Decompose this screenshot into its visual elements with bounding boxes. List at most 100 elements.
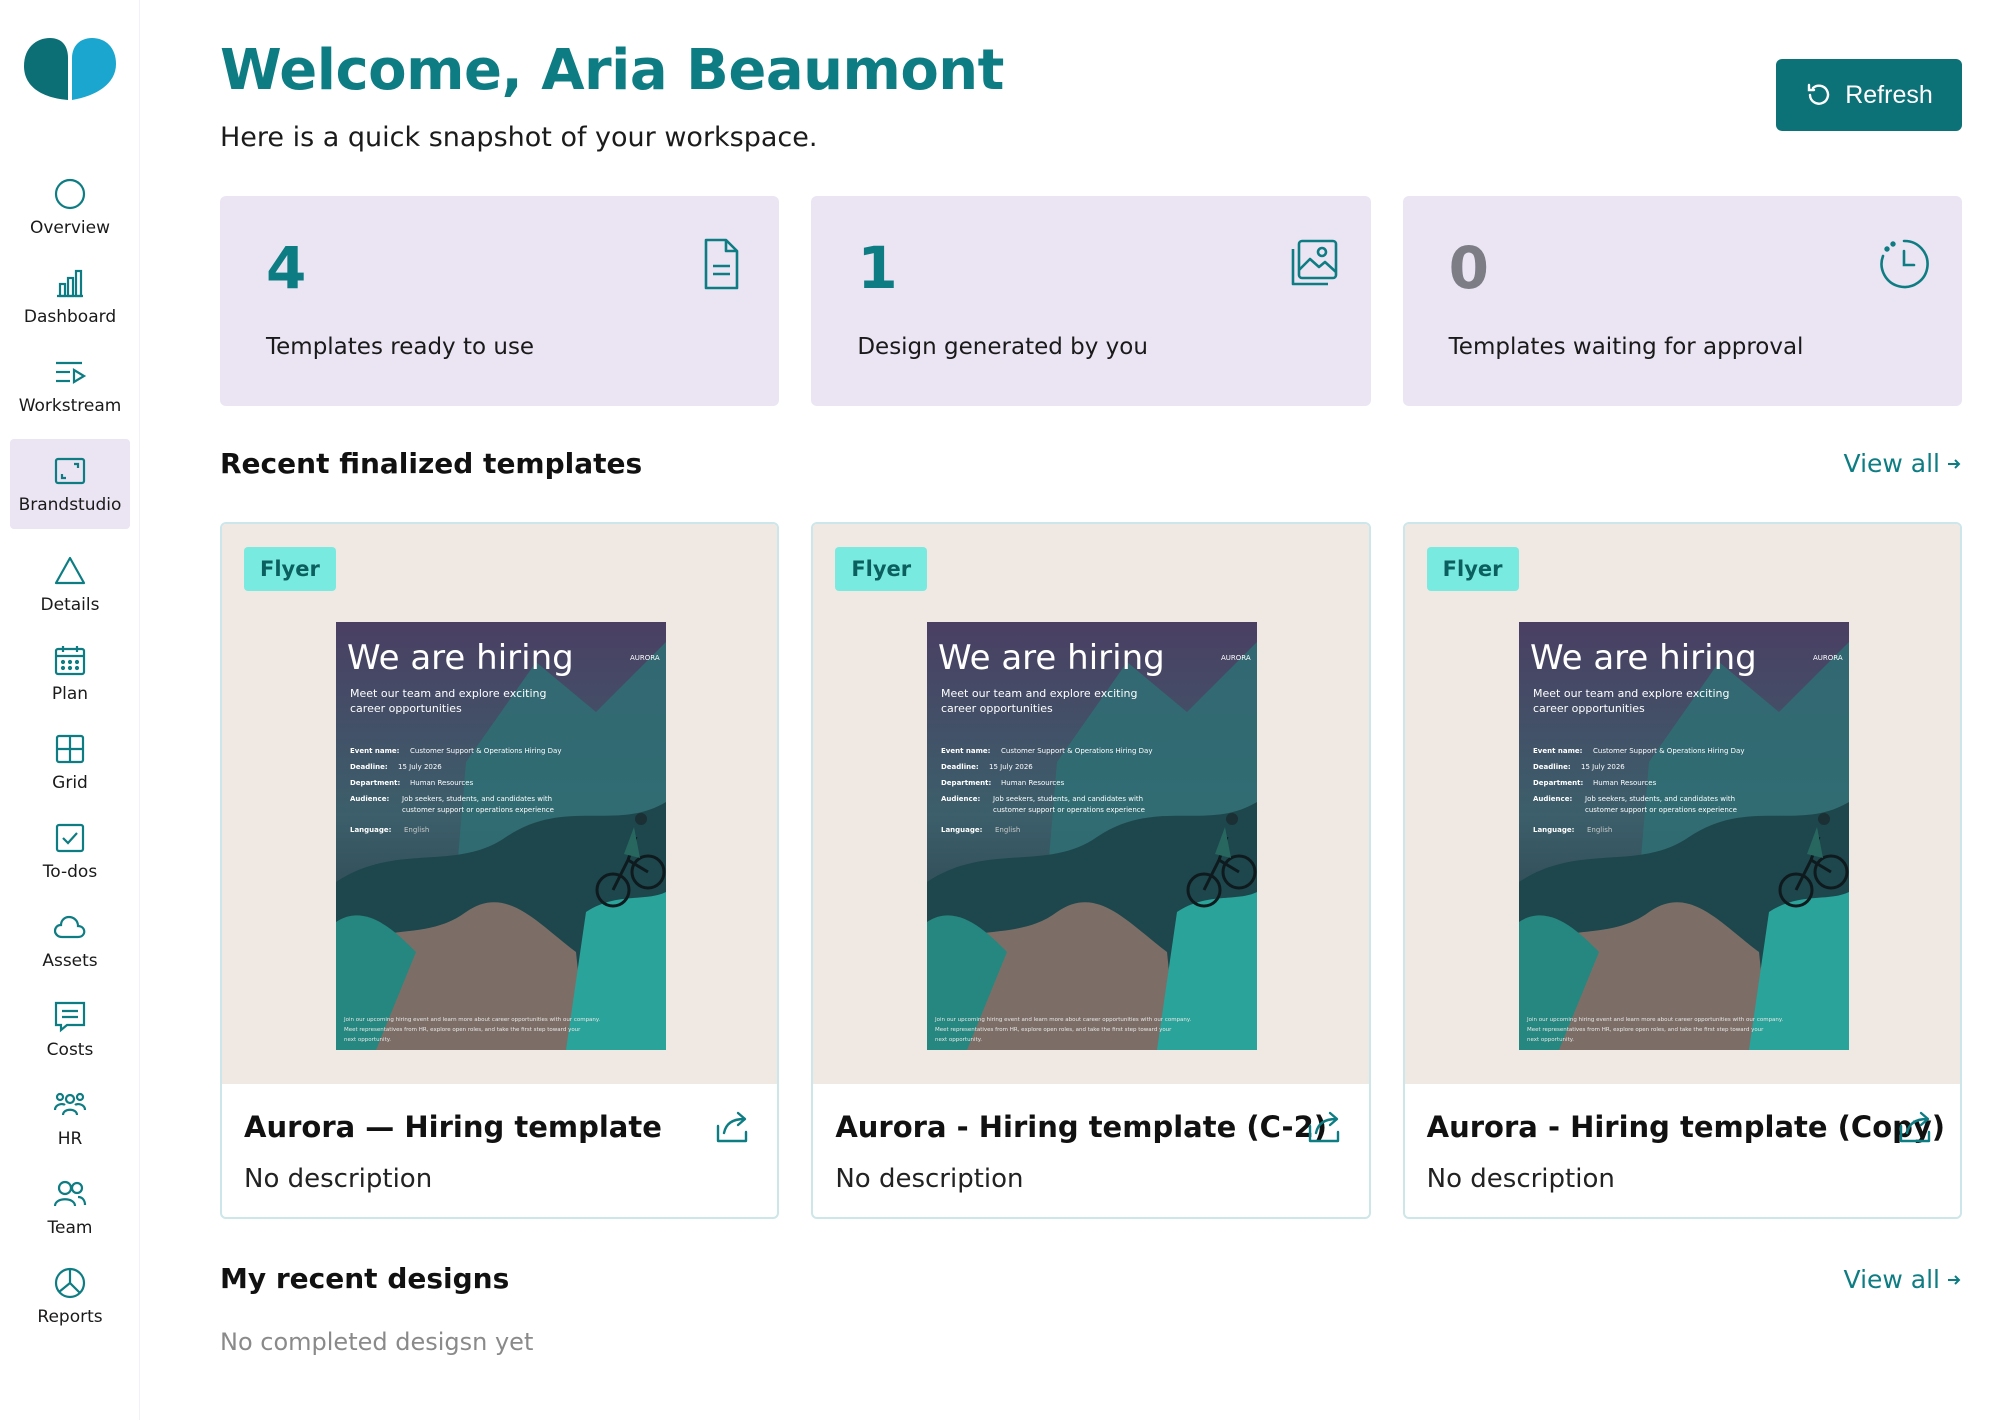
sidebar-item-label: Reports bbox=[37, 1306, 103, 1327]
page-title: Welcome, Aria Beaumont bbox=[220, 38, 1004, 103]
flyer-artwork: We are hiring AURORA Meet our team and e… bbox=[336, 622, 666, 1050]
sidebar-item-label: Workstream bbox=[18, 395, 122, 416]
view-all-label: View all bbox=[1843, 449, 1940, 478]
type-badge: Flyer bbox=[1426, 547, 1519, 591]
sidebar-item-overview[interactable]: Overview bbox=[10, 162, 130, 251]
sidebar-item-hr[interactable]: HR bbox=[10, 1073, 130, 1162]
share-icon[interactable] bbox=[1896, 1108, 1934, 1146]
template-card[interactable]: Flyer We are hiring AURORA Meet our team… bbox=[1402, 522, 1962, 1219]
sidebar-item-reports[interactable]: Reports bbox=[10, 1251, 130, 1340]
flyer-field-value: Customer Support & Operations Hiring Day bbox=[1593, 747, 1744, 755]
flyer-field-value: customer support or operations experienc… bbox=[402, 806, 554, 814]
flyer-artwork: We are hiring AURORA Meet our team and e… bbox=[927, 622, 1258, 1050]
section-title-recent-designs: My recent designs bbox=[220, 1262, 510, 1295]
sidebar-item-costs[interactable]: Costs bbox=[10, 984, 130, 1073]
flyer-field-value: 15 July 2026 bbox=[398, 763, 442, 771]
stat-label: Templates waiting for approval bbox=[1448, 334, 1804, 360]
refresh-button[interactable]: Refresh bbox=[1776, 59, 1962, 131]
view-all-label: View all bbox=[1843, 1265, 1940, 1294]
sidebar-item-label: HR bbox=[57, 1128, 83, 1149]
stat-card-awaiting-approval[interactable]: 0 Templates waiting for approval bbox=[1402, 196, 1962, 406]
sidebar-item-label: Overview bbox=[29, 217, 111, 238]
flyer-field-value: Job seekers, students, and candidates wi… bbox=[401, 795, 552, 803]
template-preview[interactable]: Flyer We are hiring AURORA Meet our team… bbox=[1404, 524, 1960, 1084]
flyer-brand: AURORA bbox=[630, 654, 660, 662]
document-icon bbox=[705, 238, 739, 290]
flyer-headline: We are hiring bbox=[347, 638, 574, 678]
flyer-footer-text: Meet representatives from HR, explore op… bbox=[935, 1027, 1172, 1033]
flyer-footer-text: Meet representatives from HR, explore op… bbox=[1527, 1027, 1764, 1033]
template-card[interactable]: Flyer We are hiring AURORA Meet our team… bbox=[811, 522, 1371, 1219]
flyer-field-label: Language: bbox=[941, 826, 983, 834]
sidebar-item-details[interactable]: Details bbox=[10, 539, 130, 628]
flyer-brand: AURORA bbox=[1813, 654, 1843, 662]
flyer-field-label: Department: bbox=[350, 779, 400, 787]
flyer-field-value: Human Resources bbox=[410, 779, 474, 787]
stat-card-templates-ready[interactable]: 4 Templates ready to use bbox=[220, 196, 780, 406]
flyer-field-label: Department: bbox=[941, 779, 991, 787]
flyer-tagline: Meet our team and explore exciting bbox=[350, 687, 547, 700]
template-preview[interactable]: Flyer We are hiring AURORA Meet our team… bbox=[813, 524, 1369, 1084]
checkbox-icon bbox=[52, 820, 88, 856]
flyer-field-label: Audience: bbox=[941, 795, 980, 803]
flyer-thumbnail: We are hiring AURORA Meet our team and e… bbox=[927, 622, 1258, 1050]
flyer-field-label: Audience: bbox=[350, 795, 389, 803]
type-badge: Flyer bbox=[244, 547, 336, 591]
sidebar-item-grid[interactable]: Grid bbox=[10, 717, 130, 806]
flyer-field-value: 15 July 2026 bbox=[1581, 763, 1625, 771]
sidebar-item-todos[interactable]: To-dos bbox=[10, 806, 130, 895]
flyer-field-value: customer support or operations experienc… bbox=[993, 806, 1145, 814]
share-icon[interactable] bbox=[713, 1108, 751, 1146]
flyer-footer-text: Join our upcoming hiring event and learn… bbox=[343, 1017, 600, 1023]
sidebar-item-team[interactable]: Team bbox=[10, 1162, 130, 1251]
flyer-field-value: Job seekers, students, and candidates wi… bbox=[992, 795, 1143, 803]
stat-value: 1 bbox=[857, 234, 898, 302]
share-icon[interactable] bbox=[1305, 1108, 1343, 1146]
sidebar-item-dashboard[interactable]: Dashboard bbox=[10, 251, 130, 340]
app-logo[interactable] bbox=[24, 38, 116, 100]
flyer-field-value: Customer Support & Operations Hiring Day bbox=[410, 747, 561, 755]
flyer-field-value: Customer Support & Operations Hiring Day bbox=[1001, 747, 1152, 755]
flyer-field-label: Deadline: bbox=[1533, 763, 1571, 771]
sidebar-item-plan[interactable]: Plan bbox=[10, 628, 130, 717]
view-all-designs-link[interactable]: View all bbox=[1844, 1265, 1962, 1294]
sidebar-item-label: Costs bbox=[46, 1039, 94, 1060]
sidebar-item-label: Team bbox=[47, 1217, 93, 1238]
template-card[interactable]: Flyer We are hiring AURORA Meet our team… bbox=[220, 522, 780, 1219]
pie-chart-icon bbox=[52, 1265, 88, 1301]
sidebar-item-label: Dashboard bbox=[23, 306, 117, 327]
triangle-icon bbox=[52, 553, 88, 589]
flyer-field-value: English bbox=[995, 826, 1020, 834]
sidebar-item-label: Brandstudio bbox=[18, 495, 122, 515]
refresh-label: Refresh bbox=[1845, 80, 1933, 109]
flyer-footer-text: next opportunity. bbox=[1527, 1037, 1574, 1043]
flyer-field-value: English bbox=[404, 826, 429, 834]
flyer-tagline: Meet our team and explore exciting bbox=[1533, 687, 1730, 700]
stat-label: Design generated by you bbox=[857, 334, 1148, 360]
flyer-brand: AURORA bbox=[1221, 654, 1251, 662]
stat-card-designs-generated[interactable]: 1 Design generated by you bbox=[811, 196, 1371, 406]
stat-value: 4 bbox=[266, 234, 307, 302]
flyer-footer-text: next opportunity. bbox=[935, 1037, 982, 1043]
flyer-field-label: Event name: bbox=[350, 747, 400, 755]
flyer-thumbnail: We are hiring AURORA Meet our team and e… bbox=[336, 622, 666, 1050]
flyer-field-label: Deadline: bbox=[941, 763, 979, 771]
flyer-footer-text: Meet representatives from HR, explore op… bbox=[344, 1027, 581, 1033]
grid-icon bbox=[52, 731, 88, 767]
sidebar-item-workstream[interactable]: Workstream bbox=[10, 340, 130, 429]
flyer-artwork: We are hiring AURORA Meet our team and e… bbox=[1518, 622, 1849, 1050]
list-play-icon bbox=[52, 354, 88, 390]
flyer-footer-text: Join our upcoming hiring event and learn… bbox=[934, 1017, 1191, 1023]
sidebar-item-brandstudio[interactable]: Brandstudio bbox=[10, 439, 130, 529]
cloud-icon bbox=[52, 909, 88, 945]
stats-row: 4 Templates ready to use 1 Design genera… bbox=[220, 196, 1962, 406]
empty-designs-message: No completed desigsn yet bbox=[220, 1328, 534, 1356]
sidebar-item-assets[interactable]: Assets bbox=[10, 895, 130, 984]
page-subtitle: Here is a quick snapshot of your workspa… bbox=[220, 122, 818, 153]
receipt-icon bbox=[52, 998, 88, 1034]
flyer-tagline: career opportunities bbox=[1533, 702, 1645, 715]
template-preview[interactable]: Flyer We are hiring AURORA Meet our team… bbox=[222, 524, 778, 1084]
view-all-templates-link[interactable]: View all bbox=[1844, 449, 1962, 478]
arrow-right-icon bbox=[1948, 458, 1961, 469]
template-name: Aurora — Hiring template bbox=[244, 1110, 662, 1144]
